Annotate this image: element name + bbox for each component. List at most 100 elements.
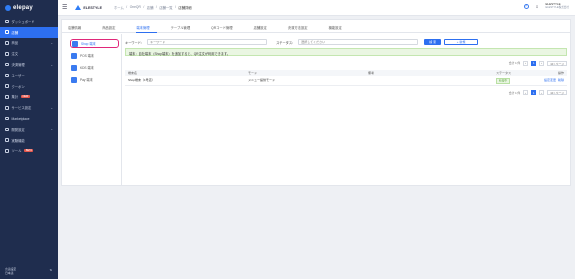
- breadcrumb-item[interactable]: ホーム: [114, 5, 124, 10]
- sidebar-item[interactable]: サービス設定 ⌄: [0, 102, 58, 113]
- page-number[interactable]: 1: [531, 60, 537, 66]
- card-icon: [5, 62, 9, 67]
- sidebar-item-label: サービス設定: [11, 106, 32, 111]
- box-icon: [5, 41, 9, 45]
- keyword-input[interactable]: [147, 39, 268, 45]
- user-menu[interactable]: ELESTYLE ELESTYLE株式会社: [546, 2, 570, 10]
- tab[interactable]: 決済方法設定: [288, 20, 315, 33]
- grid-icon: [5, 116, 9, 121]
- page-number[interactable]: 1: [531, 90, 537, 95]
- chevron-down-icon: ⌄: [50, 105, 53, 110]
- sidebar-item-label: 店舗: [11, 30, 19, 35]
- next-page-button[interactable]: ›: [539, 60, 545, 66]
- tool-icon: [5, 149, 9, 153]
- logo-text: elepay: [13, 5, 33, 11]
- sidebar-item-label: ダッシュボード: [11, 19, 35, 24]
- tab[interactable]: 商品設定: [102, 20, 122, 33]
- sidebar-item[interactable]: 開発設定 ⌄: [0, 124, 58, 135]
- sidebar-item[interactable]: ツール BETA: [0, 146, 58, 157]
- user-icon: [5, 73, 9, 78]
- device-type-item[interactable]: POS 端末: [70, 51, 119, 60]
- breadcrumb-item[interactable]: 店舗一覧: [159, 5, 172, 10]
- sidebar-item[interactable]: 店舗: [0, 26, 58, 38]
- total-count: 合計 1 件: [508, 61, 521, 65]
- language-setting[interactable]: 言語設定 日本語 ⇅: [0, 263, 58, 279]
- brand: ELESTYLE: [75, 5, 102, 10]
- tab[interactable]: 端末管理: [136, 20, 157, 33]
- store-icon: [5, 30, 9, 34]
- search-button[interactable]: 検 索: [424, 39, 442, 45]
- breadcrumb-item[interactable]: OneQR: [130, 5, 141, 10]
- sidebar-item[interactable]: クーポン: [0, 81, 58, 92]
- device-icon: [71, 52, 77, 59]
- sidebar-item-label: 実験機能: [11, 138, 25, 143]
- dashboard-icon: [5, 19, 9, 24]
- pagination-bottom: 合計 1 件 ‹ 1 › 10 / ページ: [125, 89, 567, 97]
- language-value: 日本語: [5, 271, 14, 275]
- breadcrumb-item[interactable]: 店舗: [147, 5, 154, 10]
- elepay-logo[interactable]: elepay: [0, 0, 58, 16]
- tab[interactable]: QRコード管理: [211, 20, 239, 33]
- help-icon[interactable]: ?: [523, 3, 529, 9]
- device-icon: [71, 64, 77, 71]
- cell-mode: メニュー提供モード: [245, 76, 365, 86]
- menu-toggle-icon[interactable]: ☰: [62, 4, 67, 11]
- page-size-select[interactable]: 10 / ページ: [547, 60, 567, 66]
- pagination-top: 合計 1 件 ‹ 1 › 10 / ページ: [125, 59, 567, 67]
- order-icon: [5, 52, 9, 56]
- device-type-item[interactable]: Shop 端末: [70, 39, 119, 48]
- table-row: Shop端末（1号店） メニュー提供モード 有効中 設定変更 削除: [125, 76, 567, 86]
- tab[interactable]: 店舗情報: [68, 20, 88, 33]
- prev-page-button[interactable]: ‹: [523, 60, 529, 66]
- status-badge: 有効中: [496, 77, 510, 84]
- device-type-label: Pay 端末: [80, 78, 93, 82]
- brand-name: ELESTYLE: [83, 5, 102, 10]
- breadcrumb-current: 店舗詳細: [178, 6, 192, 10]
- sidebar-item[interactable]: Marketplace: [0, 113, 58, 124]
- sidebar-item-label: 注文: [11, 52, 19, 57]
- sidebar-item[interactable]: 商品 ⌄: [0, 38, 58, 49]
- next-page-button[interactable]: ›: [539, 90, 545, 95]
- cell-note: [365, 76, 493, 86]
- device-type-item[interactable]: Pay 端末: [70, 75, 119, 84]
- sidebar-item-label: 集計: [11, 95, 19, 100]
- code-icon: [5, 127, 9, 132]
- top-bar: ☰ ELESTYLE ホーム / OneQR / 店舗 / 店舗一覧 / 店舗詳細 ? …: [58, 0, 575, 16]
- tab-bar: 店舗情報 商品設定 端末管理 テーブル管理 QRコード管理 店舗設定 決済方法設定 機能設定: [62, 20, 570, 33]
- sidebar-badge: BETA: [24, 149, 34, 153]
- chevron-down-icon: ⌄: [50, 62, 53, 67]
- sidebar-item[interactable]: 実験機能: [0, 135, 58, 146]
- page-size-select[interactable]: 10 / ページ: [547, 90, 567, 95]
- delete-link[interactable]: 削除: [558, 78, 564, 82]
- sidebar-item[interactable]: ユーザー: [0, 70, 58, 81]
- coupon-icon: [5, 84, 9, 88]
- tab[interactable]: テーブル管理: [171, 20, 198, 33]
- edit-link[interactable]: 設定変更: [544, 78, 556, 82]
- sidebar-item[interactable]: 注文: [0, 48, 58, 59]
- tab[interactable]: 機能設定: [329, 20, 349, 33]
- sidebar: elepay ダッシュボード 店舗 商品 ⌄ 注文 決済管理 ⌄ ユーザー クーポン 集計 NEW サ…: [0, 0, 58, 279]
- status-select[interactable]: [298, 39, 419, 45]
- sidebar-item-label: 商品: [11, 41, 19, 46]
- device-icon: [71, 76, 77, 83]
- device-panel: キーワード： ステータス： 検 索 + 新規 端末：自社端末（Shop端末）を追…: [125, 38, 567, 97]
- sidebar-item-label: ユーザー: [11, 73, 25, 78]
- chevron-down-icon: ⌄: [50, 127, 53, 132]
- device-icon: [72, 40, 78, 47]
- sidebar-item[interactable]: 決済管理 ⌄: [0, 59, 58, 70]
- cell-status: 有効中: [493, 76, 533, 86]
- device-type-item[interactable]: KDS 端末: [70, 63, 119, 72]
- swap-icon[interactable]: ⇅: [49, 268, 52, 272]
- logo-mark-icon: [5, 5, 11, 11]
- info-notice: 端末：自社端末（Shop端末）を追加すると、QR注文が利用できます。: [125, 48, 567, 56]
- download-icon[interactable]: ⇩: [535, 4, 540, 9]
- cell-name: Shop端末（1号店）: [125, 76, 245, 86]
- chevron-down-icon: ⌄: [50, 40, 53, 45]
- sidebar-item[interactable]: 集計 NEW: [0, 92, 58, 103]
- status-label: ステータス：: [276, 40, 296, 45]
- tab[interactable]: 店舗設定: [254, 20, 274, 33]
- chart-icon: [5, 95, 9, 99]
- sidebar-item[interactable]: ダッシュボード: [0, 16, 58, 27]
- prev-page-button[interactable]: ‹: [523, 90, 529, 95]
- new-device-button[interactable]: + 新規: [444, 39, 479, 45]
